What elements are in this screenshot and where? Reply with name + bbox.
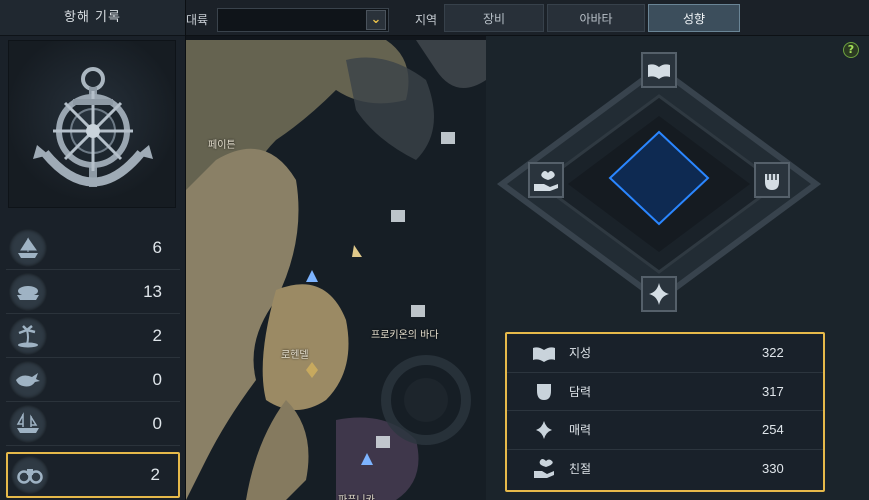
book-icon: [531, 342, 557, 364]
whale-icon: [9, 360, 47, 399]
tab-avatar[interactable]: 아바타: [547, 4, 645, 32]
map-label-bottom: 파푸니카: [338, 491, 375, 500]
map-label-pade: 페이튼: [208, 140, 236, 151]
voyage-stat-list: 6 13 2 0 0 2: [6, 226, 180, 498]
heart-hand-icon[interactable]: [528, 162, 564, 198]
sparkle-icon: [531, 419, 557, 441]
sailing-ship-icon: [9, 228, 47, 267]
stat-value: 0: [152, 413, 162, 433]
stat-row-whales: 0: [6, 358, 180, 402]
stat-value: 13: [143, 281, 162, 301]
stat-value: 0: [152, 369, 162, 389]
attr-name: 담력: [569, 384, 592, 399]
disposition-attributes: 지성 322 담력 317 매력 254 친절 330: [505, 332, 825, 492]
stat-row-ships: 6: [6, 226, 180, 270]
stat-value: 2: [150, 465, 160, 484]
attr-name: 지성: [569, 346, 592, 361]
sparkle-icon[interactable]: [641, 276, 677, 312]
book-icon[interactable]: [641, 52, 677, 88]
stat-value: 2: [152, 325, 162, 345]
ghost-ship-icon: [9, 404, 47, 443]
fist-icon: [531, 380, 557, 402]
attr-value: 322: [762, 345, 784, 361]
stat-row-islands: 2: [6, 314, 180, 358]
stat-value: 6: [152, 237, 162, 257]
chevron-down-icon[interactable]: ⌄: [366, 10, 386, 30]
region-label: 지역: [415, 13, 438, 27]
tab-equipment[interactable]: 장비: [444, 4, 544, 32]
voyage-record-panel: 항해 기록 6 13 2 0 0 2: [0, 0, 186, 500]
map-label-rohendel: 로헨델: [281, 350, 309, 361]
attr-value: 330: [762, 461, 784, 477]
attr-name: 매력: [569, 423, 592, 438]
attr-row-courage: 담력 317: [507, 373, 823, 411]
tab-label: 아바타: [579, 12, 613, 26]
top-bar: 대륙 ⌄ 지역 장비 아바타 성향: [186, 0, 869, 36]
tab-label: 성향: [682, 12, 706, 26]
anchor-wheel-icon: [8, 40, 176, 208]
attr-value: 254: [762, 422, 784, 438]
attr-value: 317: [762, 383, 784, 399]
tab-disposition[interactable]: 성향: [648, 4, 740, 32]
stat-row-discoveries[interactable]: 2: [6, 452, 180, 498]
continent-select[interactable]: ⌄: [217, 8, 389, 32]
stat-row-boats: 13: [6, 270, 180, 314]
heart-hand-icon: [531, 458, 557, 480]
attr-row-charm: 매력 254: [507, 411, 823, 450]
panel-title: 항해 기록: [0, 0, 185, 36]
boat-icon: [9, 272, 47, 311]
world-map[interactable]: 페이튼 로헨델 프로키온의 바다 파푸니카: [186, 40, 486, 500]
continent-label: 대륙: [186, 13, 209, 27]
binoculars-icon: [11, 456, 49, 494]
tab-label: 장비: [482, 12, 506, 26]
attr-row-kindness: 친절 330: [507, 450, 823, 489]
attr-name: 친절: [569, 462, 592, 477]
map-label-sea: 프로키온의 바다: [371, 330, 439, 341]
attr-row-intellect: 지성 322: [507, 334, 823, 373]
disposition-panel: ? 지성 322 담력 317 매력 254 친절 330: [486, 36, 869, 500]
fist-icon[interactable]: [754, 162, 790, 198]
island-palm-icon: [9, 316, 47, 355]
stat-row-ghost-ships: 0: [6, 402, 180, 446]
